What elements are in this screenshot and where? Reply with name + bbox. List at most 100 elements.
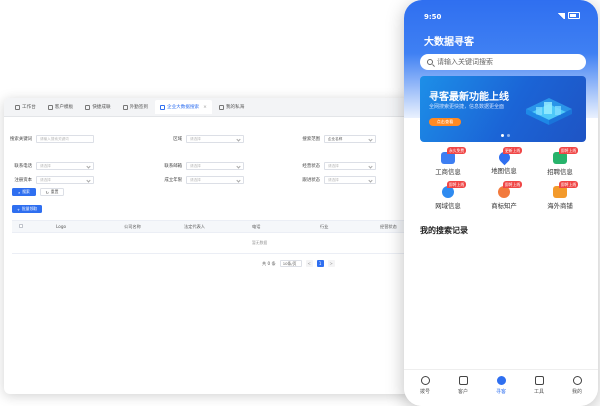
feature-label: 网域信息 xyxy=(435,202,461,210)
search-placeholder: 请输入关键词搜索 xyxy=(437,58,493,66)
search-input[interactable]: 请输入关键词搜索 xyxy=(420,54,586,70)
phone-frame: 9:50 大数据寻客 请输入关键词搜索 寻客最新功能上线 全网搜索更快捷，信息数… xyxy=(404,0,598,406)
feature-badge: 即将上线 xyxy=(559,181,579,188)
nav-dial[interactable]: 拨号 xyxy=(408,376,442,395)
total-count: 共 0 条 xyxy=(262,260,276,266)
next-page-button[interactable]: > xyxy=(327,260,335,267)
feature-recruit-info[interactable]: 即将上线 招聘信息 xyxy=(532,147,588,178)
close-icon[interactable]: × xyxy=(203,105,207,110)
col-status: 经营状态 xyxy=(380,224,397,229)
banner-dot[interactable] xyxy=(501,134,504,137)
nav-label: 工具 xyxy=(533,389,544,395)
banner-dots xyxy=(501,134,510,137)
compass-icon xyxy=(496,376,506,385)
tab-customer-template[interactable]: 客户模板 xyxy=(43,100,78,114)
feature-map-info[interactable]: 更新上线 地图信息 xyxy=(476,147,532,178)
feature-domain-info[interactable]: 即将上线 网域信息 xyxy=(420,181,476,212)
nav-label: 拨号 xyxy=(419,389,430,395)
prev-page-button[interactable]: < xyxy=(305,260,313,267)
capital-select[interactable]: 请选择 xyxy=(36,176,94,184)
phone-label: 联系电话 xyxy=(14,164,32,169)
clue-select[interactable]: 请选择 xyxy=(324,176,376,184)
region-label: 区域 xyxy=(173,137,182,142)
refresh-icon: ↻ xyxy=(45,189,49,195)
banner-title: 寻客最新功能上线 xyxy=(429,92,509,103)
contacts-icon xyxy=(458,376,468,385)
home-icon xyxy=(15,104,20,110)
phone-icon xyxy=(420,376,430,385)
nav-tools[interactable]: 工具 xyxy=(522,376,556,395)
feature-grid: 永久免费 工商信息 更新上线 地图信息 即将上线 招聘信息 即将上线 网域信息 … xyxy=(420,147,588,218)
user-icon xyxy=(572,376,582,385)
isometric-servers-illustration xyxy=(526,98,572,125)
tab-private-sea[interactable]: 我的私海 xyxy=(214,100,249,114)
document-icon xyxy=(47,104,53,110)
tab-workbench[interactable]: 工作台 xyxy=(10,100,41,114)
search-icon xyxy=(427,59,433,65)
nav-label: 寻客 xyxy=(495,389,506,395)
nav-label: 我的 xyxy=(571,389,582,395)
app-title: 大数据寻客 xyxy=(424,37,474,48)
clue-label: 跟进状态 xyxy=(302,178,320,183)
pagination: 共 0 条 10条/页 < 1 > xyxy=(262,260,335,267)
search-button[interactable]: ⌕ 搜索 xyxy=(12,188,36,196)
status-time: 9:50 xyxy=(424,13,442,21)
reset-button[interactable]: ↻ 重置 xyxy=(40,188,64,196)
page-size-select[interactable]: 10条/页 xyxy=(279,260,302,267)
nav-label: 客户 xyxy=(457,389,468,395)
nav-mine[interactable]: 我的 xyxy=(560,376,594,395)
feature-badge: 即将上线 xyxy=(447,181,467,188)
email-label: 联系邮箱 xyxy=(164,164,182,169)
nav-find-customers[interactable]: 寻客 xyxy=(484,376,518,395)
batch-claim-button[interactable]: + 批量领取 xyxy=(12,205,42,213)
status-select[interactable]: 请选择 xyxy=(324,162,376,170)
feature-business-info[interactable]: 永久免费 工商信息 xyxy=(420,147,476,178)
email-select[interactable]: 请选择 xyxy=(186,162,244,170)
feature-label: 海外商铺 xyxy=(547,202,573,210)
feature-badge: 即将上线 xyxy=(559,147,579,154)
tab-bar: 工作台 客户模板 快捷成联 外勤签到 企业大数据搜索 × 我的私海 xyxy=(4,98,414,117)
nav-customers[interactable]: 客户 xyxy=(446,376,480,395)
tab-enterprise-search[interactable]: 企业大数据搜索 × xyxy=(154,100,212,114)
battery-icon xyxy=(568,12,580,19)
col-industry: 行业 xyxy=(320,224,329,229)
phone-select[interactable]: 请选择 xyxy=(36,162,94,170)
banner-dot[interactable] xyxy=(507,134,510,137)
tab-quick-connect[interactable]: 快捷成联 xyxy=(80,100,115,114)
page-number-1[interactable]: 1 xyxy=(316,260,324,267)
results-table: Logo 公司名称 法定代表人 电话 行业 经营状态 暂无数据 xyxy=(12,220,407,254)
bottom-nav: 拨号 客户 寻客 工具 我的 xyxy=(404,369,598,406)
search-form: 搜索关键词 请输入搜索关键词 区域 请选择 搜索范围 企业名称 联系电话 请选择… xyxy=(4,117,414,179)
keyword-label: 搜索关键词 xyxy=(10,137,32,142)
feature-label: 工商信息 xyxy=(435,168,461,176)
col-logo: Logo xyxy=(56,224,67,229)
feature-overseas-shop[interactable]: 即将上线 海外商铺 xyxy=(532,181,588,212)
feature-label: 商标知产 xyxy=(491,202,517,210)
plus-icon: + xyxy=(16,206,20,212)
status-icons xyxy=(557,12,580,19)
folder-icon xyxy=(218,104,224,110)
feature-trademark[interactable]: 即将上线 商标知产 xyxy=(476,181,532,212)
link-icon xyxy=(85,104,91,110)
col-legal-rep: 法定代表人 xyxy=(184,224,205,229)
capital-label: 注册资本 xyxy=(14,178,32,183)
col-company: 公司名称 xyxy=(124,224,141,229)
established-select[interactable]: 请选择 xyxy=(186,176,244,184)
tools-icon xyxy=(534,376,544,385)
col-phone: 电话 xyxy=(252,224,261,229)
desktop-window: 工作台 客户模板 快捷成联 外勤签到 企业大数据搜索 × 我的私海 搜索关键词 请… xyxy=(4,98,414,394)
banner-subtitle: 全网搜索更快捷，信息数据更全面 xyxy=(429,104,505,110)
select-all-checkbox[interactable] xyxy=(19,224,23,229)
banner-view-button[interactable]: 点击查看 xyxy=(429,118,461,126)
scope-label: 搜索范围 xyxy=(302,137,320,142)
scope-select[interactable]: 企业名称 xyxy=(324,135,376,143)
search-history-title: 我的搜索记录 xyxy=(420,226,468,235)
established-label: 成立年限 xyxy=(164,178,182,183)
user-icon xyxy=(122,104,128,110)
region-select[interactable]: 请选择 xyxy=(186,135,244,143)
promo-banner[interactable]: 寻客最新功能上线 全网搜索更快捷，信息数据更全面 点击查看 xyxy=(420,76,586,142)
keyword-input[interactable]: 请输入搜索关键词 xyxy=(36,135,94,143)
signal-icon xyxy=(557,12,565,19)
tab-field-checkin[interactable]: 外勤签到 xyxy=(118,100,153,114)
search-icon: ⌕ xyxy=(18,189,21,195)
